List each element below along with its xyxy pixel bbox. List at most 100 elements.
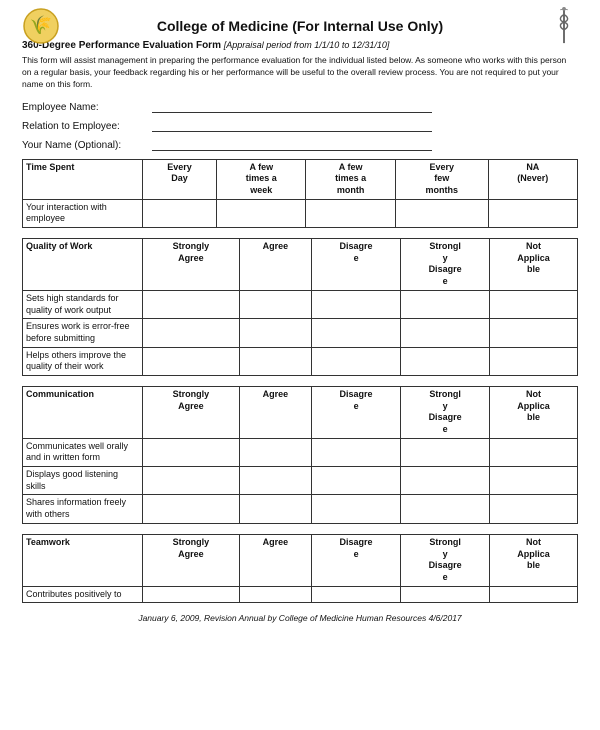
cell[interactable]	[143, 438, 240, 466]
cell[interactable]	[143, 290, 240, 318]
employee-name-input[interactable]	[152, 99, 432, 113]
table-row: Ensures work is error-free before submit…	[23, 319, 578, 347]
cell[interactable]	[239, 290, 311, 318]
col-disagree: Disagree	[312, 239, 401, 291]
form-title: 360-Degree Performance Evaluation Form […	[22, 40, 578, 51]
cell[interactable]	[239, 347, 311, 375]
col-disagree: Disagree	[312, 386, 401, 438]
table-row: Displays good listening skills	[23, 467, 578, 495]
cell[interactable]	[312, 495, 401, 523]
cell[interactable]	[490, 438, 578, 466]
row-interaction: Your interaction with employee	[23, 199, 143, 227]
relation-input[interactable]	[152, 118, 432, 132]
employee-name-field: Employee Name:	[22, 99, 578, 113]
cell[interactable]	[312, 586, 401, 603]
table-row: Shares information freely with others	[23, 495, 578, 523]
cell[interactable]	[143, 495, 240, 523]
teamwork-header: Teamwork	[23, 534, 143, 586]
cell[interactable]	[306, 199, 395, 227]
row-communicates-well: Communicates well orally and in written …	[23, 438, 143, 466]
form-description: This form will assist management in prep…	[22, 55, 578, 91]
page-title: College of Medicine (For Internal Use On…	[157, 18, 443, 34]
cell[interactable]	[217, 199, 306, 227]
row-high-standards: Sets high standards for quality of work …	[23, 290, 143, 318]
col-few-times-month: A fewtimes amonth	[306, 159, 395, 199]
your-name-field: Your Name (Optional):	[22, 137, 578, 151]
cell[interactable]	[401, 495, 490, 523]
table-row: Sets high standards for quality of work …	[23, 290, 578, 318]
cell[interactable]	[490, 290, 578, 318]
col-disagree: Disagree	[312, 534, 401, 586]
col-strongly-disagree: StronglyDisagree	[401, 534, 490, 586]
cell[interactable]	[312, 290, 401, 318]
relation-label: Relation to Employee:	[22, 121, 152, 132]
cell[interactable]	[401, 438, 490, 466]
time-spent-header: Time Spent	[23, 159, 143, 199]
col-every-day: EveryDay	[143, 159, 217, 199]
row-error-free: Ensures work is error-free before submit…	[23, 319, 143, 347]
cell[interactable]	[401, 467, 490, 495]
time-spent-table: Time Spent EveryDay A fewtimes aweek A f…	[22, 159, 578, 228]
relation-field: Relation to Employee:	[22, 118, 578, 132]
cell[interactable]	[401, 290, 490, 318]
col-strongly-disagree: StronglyDisagree	[401, 239, 490, 291]
cell[interactable]	[239, 319, 311, 347]
row-shares-info: Shares information freely with others	[23, 495, 143, 523]
quality-of-work-table: Quality of Work StronglyAgree Agree Disa…	[22, 238, 578, 376]
col-every-few-months: Everyfewmonths	[395, 159, 488, 199]
cell[interactable]	[239, 586, 311, 603]
table-row: Contributes positively to	[23, 586, 578, 603]
cell[interactable]	[312, 438, 401, 466]
cell[interactable]	[239, 438, 311, 466]
communication-header: Communication	[23, 386, 143, 438]
col-strongly-disagree: StronglyDisagree	[401, 386, 490, 438]
col-agree: Agree	[239, 386, 311, 438]
footer-text: January 6, 2009, Revision Annual by Coll…	[22, 613, 578, 623]
table-row: Communicates well orally and in written …	[23, 438, 578, 466]
logo-left-icon: 🌾	[22, 7, 60, 45]
quality-header: Quality of Work	[23, 239, 143, 291]
your-name-input[interactable]	[152, 137, 432, 151]
cell[interactable]	[488, 199, 577, 227]
table-row: Helps others improve the quality of thei…	[23, 347, 578, 375]
col-not-applicable: NotApplicable	[490, 386, 578, 438]
col-strongly-agree: StronglyAgree	[143, 534, 240, 586]
cell[interactable]	[312, 347, 401, 375]
cell[interactable]	[143, 467, 240, 495]
cell[interactable]	[490, 347, 578, 375]
row-listening: Displays good listening skills	[23, 467, 143, 495]
cell[interactable]	[401, 347, 490, 375]
col-agree: Agree	[239, 239, 311, 291]
cell[interactable]	[401, 586, 490, 603]
row-contributes: Contributes positively to	[23, 586, 143, 603]
cell[interactable]	[143, 199, 217, 227]
cell[interactable]	[312, 467, 401, 495]
logo-right-icon	[550, 7, 578, 45]
cell[interactable]	[395, 199, 488, 227]
cell[interactable]	[312, 319, 401, 347]
cell[interactable]	[401, 319, 490, 347]
col-agree: Agree	[239, 534, 311, 586]
cell[interactable]	[490, 319, 578, 347]
col-strongly-agree: StronglyAgree	[143, 239, 240, 291]
your-name-label: Your Name (Optional):	[22, 140, 152, 151]
col-few-times-week: A fewtimes aweek	[217, 159, 306, 199]
cell[interactable]	[143, 319, 240, 347]
cell[interactable]	[239, 495, 311, 523]
cell[interactable]	[143, 347, 240, 375]
cell[interactable]	[239, 467, 311, 495]
teamwork-table: Teamwork StronglyAgree Agree Disagree St…	[22, 534, 578, 603]
col-not-applicable: NotApplicable	[490, 239, 578, 291]
svg-text:🌾: 🌾	[30, 15, 52, 35]
employee-name-label: Employee Name:	[22, 102, 152, 113]
cell[interactable]	[490, 467, 578, 495]
col-not-applicable: NotApplicable	[490, 534, 578, 586]
row-helps-others: Helps others improve the quality of thei…	[23, 347, 143, 375]
cell[interactable]	[490, 495, 578, 523]
col-na-never: NA(Never)	[488, 159, 577, 199]
col-strongly-agree: StronglyAgree	[143, 386, 240, 438]
table-row: Your interaction with employee	[23, 199, 578, 227]
cell[interactable]	[143, 586, 240, 603]
page-header: 🌾 College of Medicine (For Internal Use …	[22, 18, 578, 34]
cell[interactable]	[490, 586, 578, 603]
